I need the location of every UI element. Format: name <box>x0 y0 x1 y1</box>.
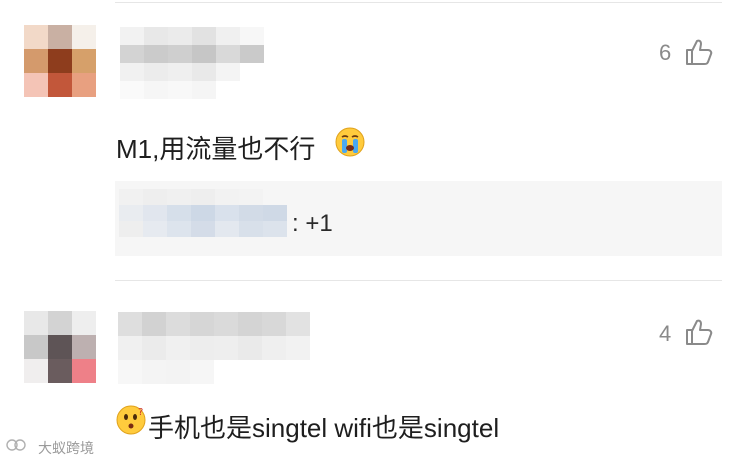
comment-divider <box>115 280 722 281</box>
comment-text: 手机也是singtel wifi也是singtel <box>148 413 500 443</box>
like-count: 6 <box>659 40 672 65</box>
username-blurred[interactable] <box>118 312 310 384</box>
thumbs-up-icon[interactable] <box>684 38 714 66</box>
crying-face-icon <box>335 127 365 157</box>
avatar[interactable] <box>24 25 96 97</box>
svg-text:?: ? <box>138 407 143 418</box>
username-blurred[interactable] <box>120 27 264 99</box>
thumbs-up-icon[interactable] <box>684 318 714 346</box>
reply-text: : +1 <box>292 210 333 237</box>
confused-face-icon: ? <box>116 405 146 435</box>
watermark-logo-icon <box>6 439 26 451</box>
reply-username-blurred[interactable] <box>119 189 287 237</box>
top-divider <box>115 2 722 3</box>
watermark-text: 大蚁跨境 <box>38 440 94 456</box>
comment-text: M1,用流量也不行 <box>116 134 316 164</box>
avatar[interactable] <box>24 311 96 383</box>
reply-box[interactable]: : +1 <box>115 181 722 256</box>
like-count: 4 <box>659 321 672 346</box>
